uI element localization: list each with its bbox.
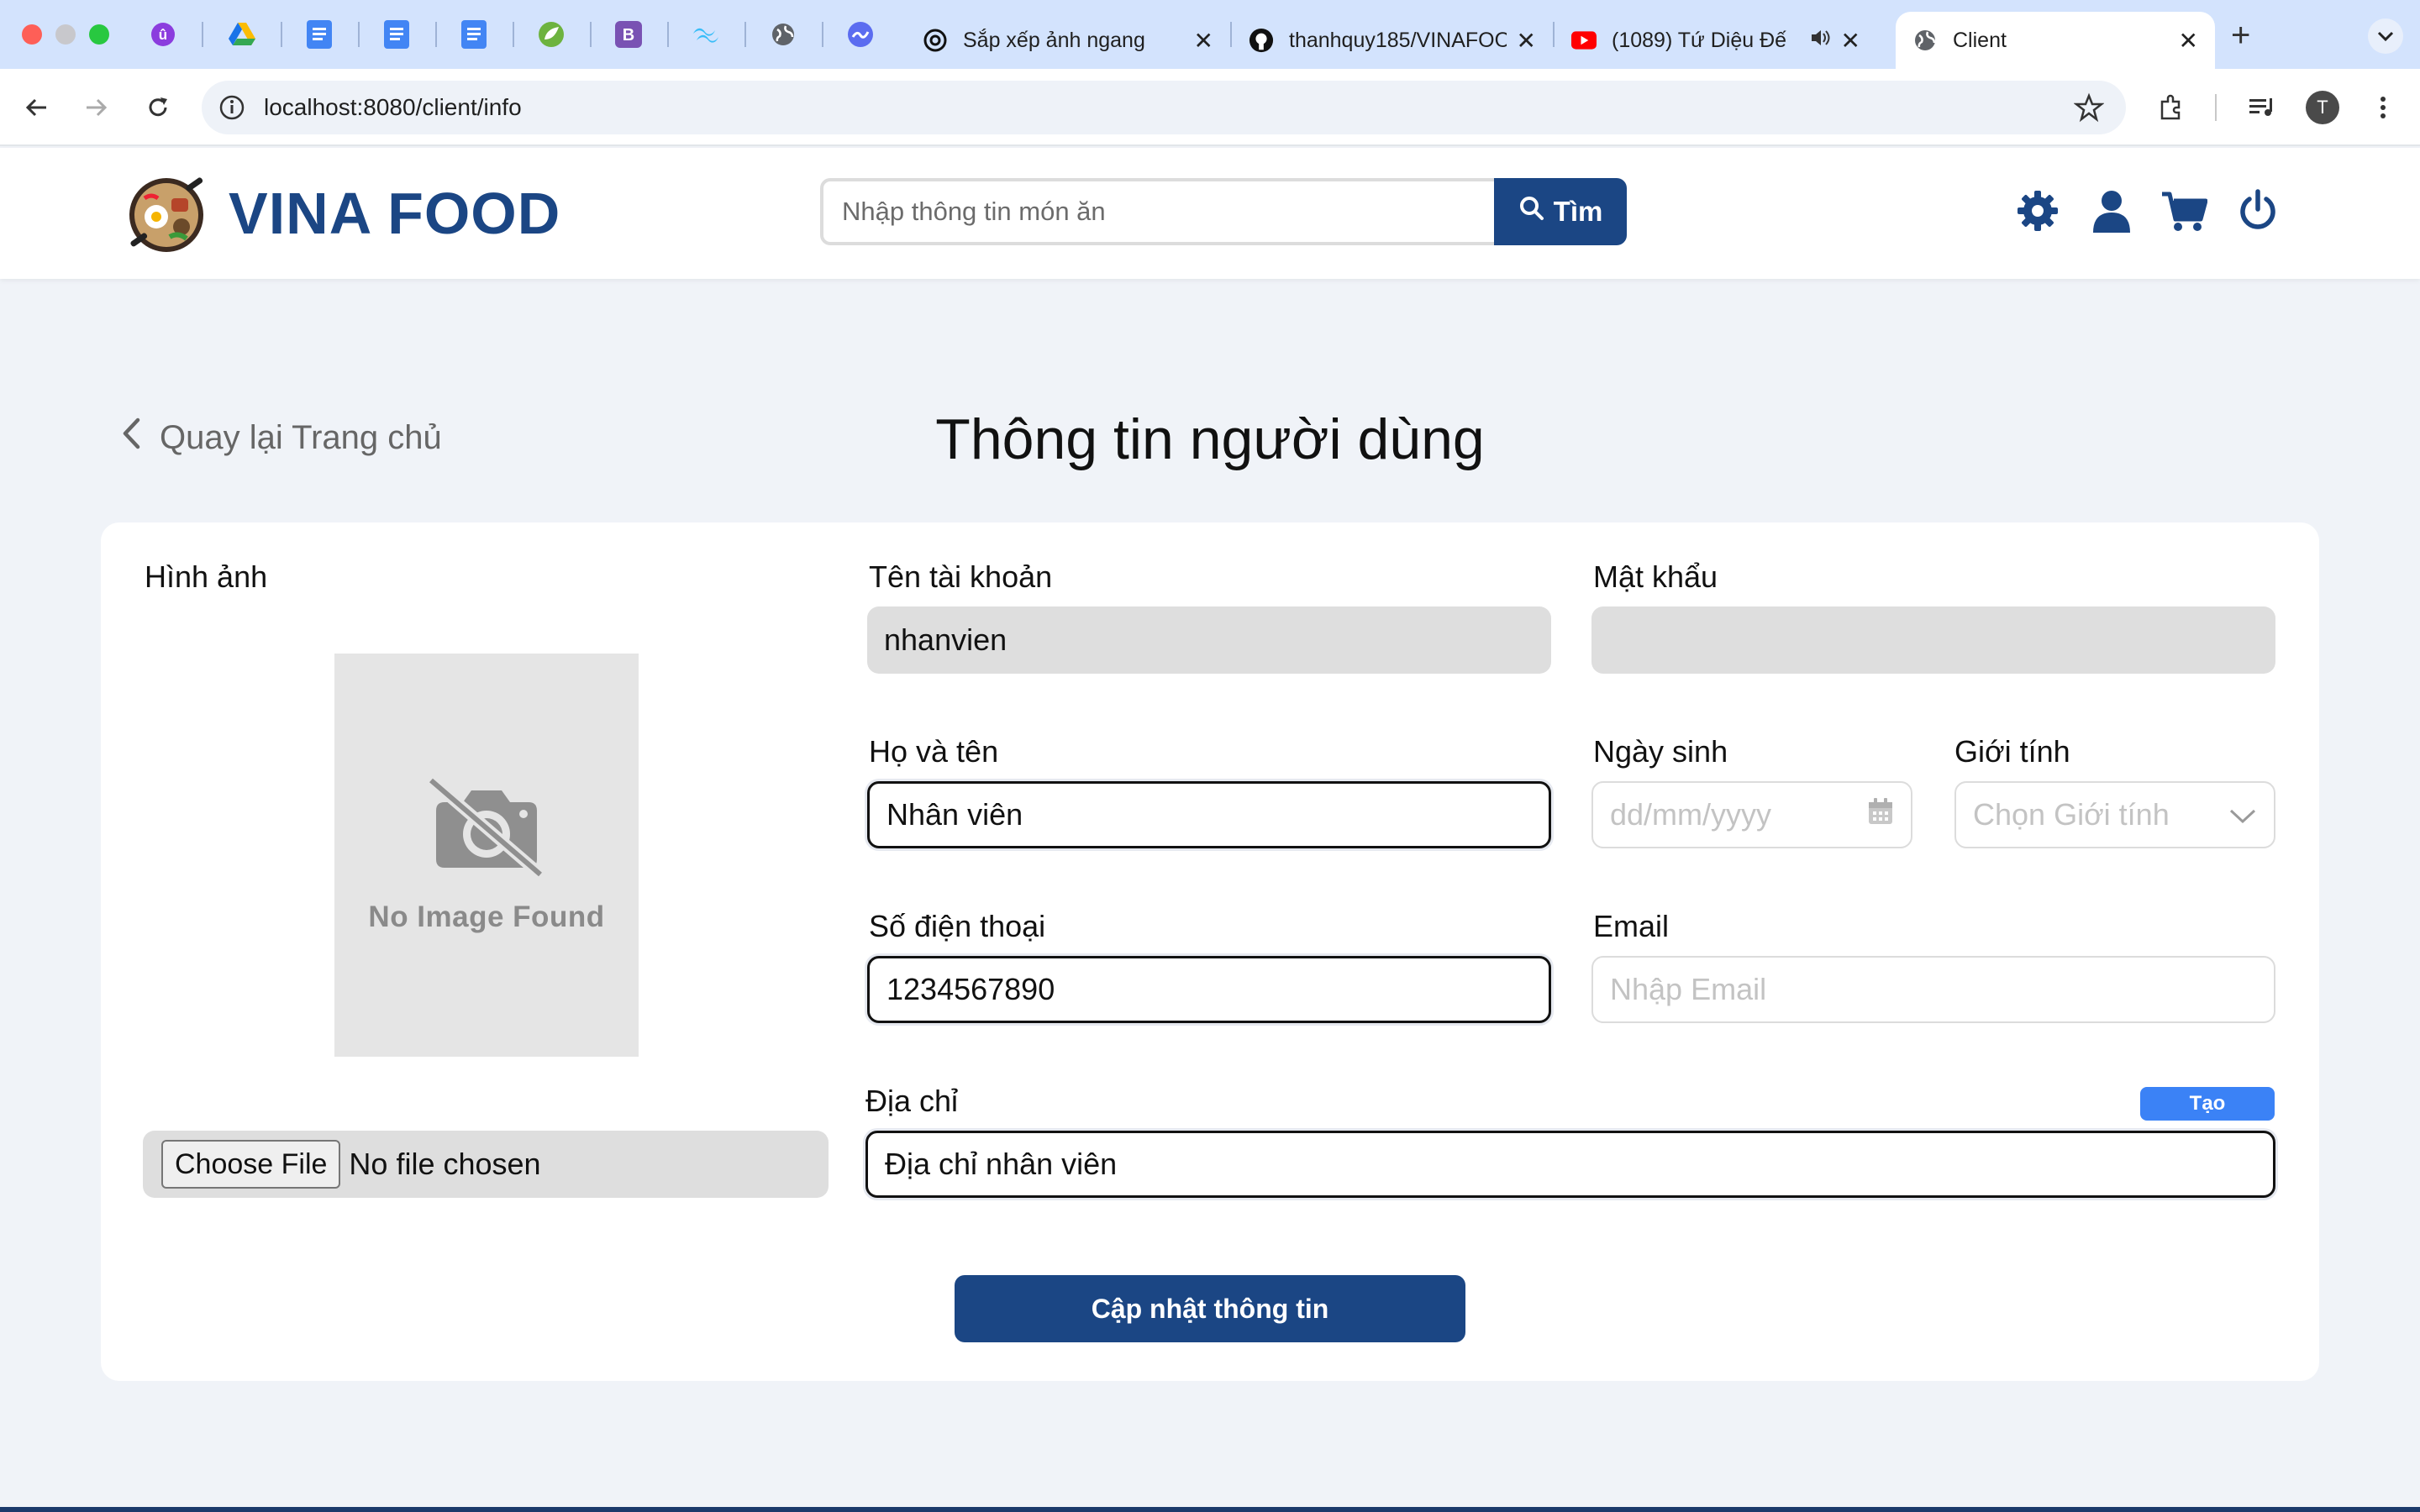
image-label: Hình ảnh — [145, 559, 268, 594]
gender-select[interactable]: Chọn Giới tính — [1954, 781, 2275, 848]
page-title: Thông tin người dùng — [935, 407, 1485, 471]
back-arrow-icon[interactable] — [18, 89, 55, 126]
reload-icon[interactable] — [139, 89, 176, 126]
tab-title: (1089) Tứ Diệu Đế — [1612, 28, 1787, 52]
pinned-tab-drive-icon[interactable] — [225, 18, 259, 51]
pinned-tab-bootstrap-icon[interactable]: B — [612, 18, 645, 51]
file-status-text: No file chosen — [349, 1147, 541, 1181]
avatar-initial: T — [2306, 91, 2339, 124]
url-text: localhost:8080/client/info — [264, 94, 522, 120]
no-image-text: No Image Found — [368, 900, 605, 933]
search-icon — [1518, 195, 1545, 228]
chevron-down-icon — [2228, 797, 2257, 832]
github-icon — [1249, 28, 1274, 53]
svg-text:B: B — [623, 26, 634, 45]
email-field[interactable]: Nhập Email — [1591, 956, 2275, 1023]
avatar-placeholder: No Image Found — [334, 654, 639, 1057]
username-field[interactable]: nhanvien — [867, 606, 1551, 674]
pinned-tab-tailwind-icon[interactable] — [689, 18, 723, 51]
image-file-input[interactable]: Choose File No file chosen — [143, 1131, 829, 1198]
brand-name[interactable]: VINA FOOD — [229, 180, 560, 247]
address-field[interactable]: Địa chỉ nhân viên — [865, 1131, 2275, 1198]
password-label: Mật khẩu — [1593, 559, 1718, 594]
tab-title: Client — [1953, 28, 2007, 52]
browser-menu-icon[interactable] — [2365, 89, 2402, 126]
browser-tab-bar: û B Sắp xếp ảnh ngang ✕ thanhquy185/VINA… — [0, 0, 2420, 69]
search-input[interactable] — [823, 181, 1496, 242]
minimize-window-button[interactable] — [55, 24, 76, 45]
update-info-button[interactable]: Cập nhật thông tin — [955, 1275, 1465, 1342]
extensions-icon[interactable] — [2153, 89, 2190, 126]
forward-arrow-icon[interactable] — [77, 89, 114, 126]
close-tab-icon[interactable]: ✕ — [2179, 27, 2198, 55]
close-window-button[interactable] — [22, 24, 42, 45]
new-tab-icon[interactable]: + — [2231, 17, 2250, 55]
pinned-tab-globe-icon[interactable] — [766, 18, 800, 51]
tab-client[interactable]: Client ✕ — [1896, 12, 2215, 69]
svg-text:û: û — [159, 27, 167, 43]
address-label: Địa chỉ — [865, 1084, 959, 1118]
user-icon[interactable] — [2087, 186, 2136, 235]
pinned-tab-spring-icon[interactable] — [534, 18, 568, 51]
pinned-tab-app-icon[interactable] — [844, 18, 877, 51]
pinned-tab-docs-icon[interactable] — [302, 18, 336, 51]
tab-chatgpt[interactable]: Sắp xếp ảnh ngang ✕ — [906, 12, 1230, 69]
pinned-tab-u-icon[interactable]: û — [146, 18, 180, 51]
choose-file-button[interactable]: Choose File — [161, 1140, 341, 1189]
profile-avatar[interactable]: T — [2304, 89, 2341, 126]
phone-label: Số điện thoại — [869, 909, 1046, 943]
search-button[interactable]: Tìm — [1494, 178, 1627, 245]
site-info-icon[interactable] — [217, 92, 247, 123]
username-label: Tên tài khoản — [869, 559, 1053, 594]
birthday-label: Ngày sinh — [1593, 734, 1728, 769]
calendar-icon[interactable] — [1867, 797, 1894, 833]
browser-toolbar: localhost:8080/client/info T — [0, 69, 2420, 146]
youtube-icon — [1571, 28, 1597, 53]
close-tab-icon[interactable]: ✕ — [1194, 27, 1213, 55]
camera-off-icon — [427, 775, 545, 882]
power-icon[interactable] — [2233, 186, 2282, 235]
birthday-placeholder: dd/mm/yyyy — [1610, 797, 1772, 832]
gender-label: Giới tính — [1954, 734, 2070, 769]
birthday-field[interactable]: dd/mm/yyyy — [1591, 781, 1912, 848]
cart-icon[interactable] — [2160, 186, 2208, 235]
tab-github[interactable]: thanhquy185/VINAFOOD ✕ — [1232, 12, 1553, 69]
media-control-icon[interactable] — [2244, 89, 2281, 126]
close-tab-icon[interactable]: ✕ — [1517, 27, 1536, 55]
maximize-window-button[interactable] — [89, 24, 109, 45]
gear-icon[interactable] — [2013, 186, 2062, 235]
gender-placeholder: Chọn Giới tính — [1973, 797, 2170, 832]
tab-title: Sắp xếp ảnh ngang — [963, 28, 1145, 52]
footer-edge — [0, 1507, 2420, 1512]
openai-icon — [923, 28, 948, 53]
globe-icon — [1912, 28, 1938, 53]
logo-icon[interactable] — [126, 173, 207, 254]
close-tab-icon[interactable]: ✕ — [1841, 27, 1860, 55]
bookmark-star-icon[interactable] — [2073, 92, 2105, 123]
search-button-label: Tìm — [1553, 196, 1603, 227]
phone-field[interactable]: 1234567890 — [867, 956, 1551, 1023]
address-bar[interactable]: localhost:8080/client/info — [202, 81, 2126, 134]
tab-youtube[interactable]: (1089) Tứ Diệu Đế ✕ — [1555, 12, 1877, 69]
email-label: Email — [1593, 909, 1670, 943]
create-address-button[interactable]: Tạo — [2140, 1087, 2275, 1121]
tab-title: thanhquy185/VINAFOOD — [1289, 28, 1507, 52]
search-box — [820, 178, 1496, 245]
speaker-icon[interactable] — [1809, 27, 1831, 55]
pinned-tab-docs-icon[interactable] — [457, 18, 491, 51]
password-field[interactable] — [1591, 606, 2275, 674]
fullname-label: Họ và tên — [869, 734, 999, 769]
chevron-down-icon[interactable] — [2368, 18, 2403, 54]
fullname-field[interactable]: Nhân viên — [867, 781, 1551, 848]
pinned-tab-docs-icon[interactable] — [380, 18, 413, 51]
site-header: VINA FOOD Tìm — [0, 148, 2420, 279]
